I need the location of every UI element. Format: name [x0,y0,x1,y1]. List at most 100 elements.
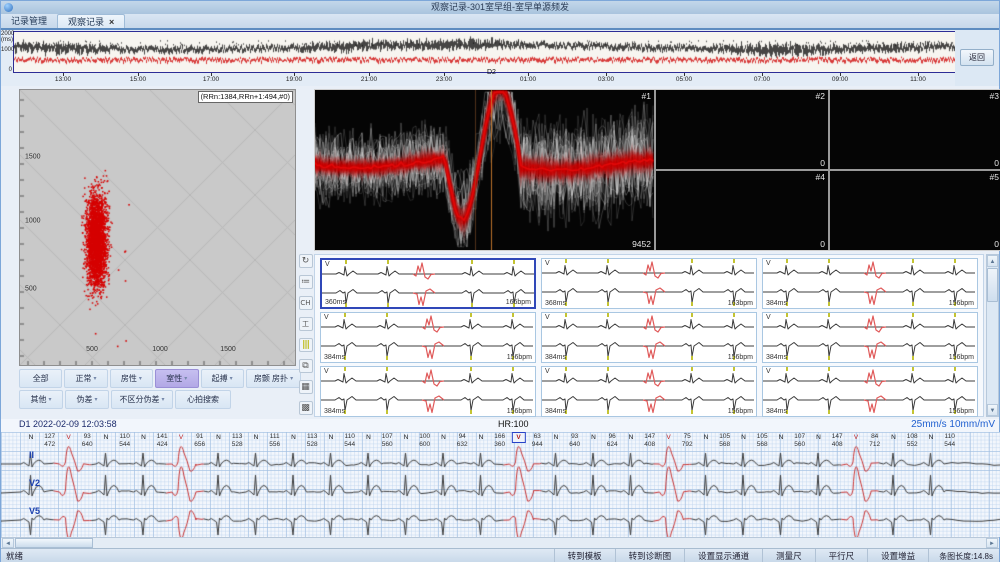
filter-button[interactable]: 其他▾ [19,390,63,409]
strip-channel-timestamp: D1 2022-02-09 12:03:58 [19,419,117,429]
overview-y-tick-label: 1000 [1,47,12,53]
beat-mark[interactable]: V [666,434,670,441]
beat-mark[interactable]: N [141,434,146,441]
filter-button-label: 不区分伪差 [119,394,159,405]
beat-cell[interactable]: V360ms166bpm [320,258,536,309]
filter-button[interactable]: 心拍搜索 [175,390,231,409]
beat-mark[interactable]: N [591,434,596,441]
filter-button[interactable]: 起搏▾ [201,369,244,388]
filter-button[interactable]: 房颤 房扑▾ [246,369,301,388]
filter-button-label: 房颤 房扑 [254,373,288,384]
beat-mark[interactable]: N [404,434,409,441]
beat-lead-label: V [545,368,550,375]
beat-mark[interactable]: V [66,434,70,441]
tab-close-icon[interactable]: × [109,15,114,29]
template-panel[interactable]: #30 [830,90,1000,169]
scatter-canvas[interactable] [20,90,295,365]
scroll-left-icon[interactable]: ◄ [2,538,14,548]
beat-mark[interactable]: V [854,434,858,441]
template-count-label: 9452 [632,239,651,249]
tab-record-management[interactable]: 记录管理 [1,14,57,28]
template-panel[interactable]: #20 [656,90,828,169]
filter-button[interactable]: 正常▾ [64,369,107,388]
beat-mark[interactable]: N [254,434,259,441]
back-button[interactable]: 返回 [960,49,994,66]
refresh-icon[interactable]: ↻ [299,254,313,268]
beat-mark[interactable]: V [179,434,183,441]
scrollbar-thumb[interactable] [987,268,998,302]
beat-hr-value: 63 [534,433,541,440]
beat-cell[interactable]: V384ms156bpm [541,312,757,363]
beat-mark[interactable]: N [704,434,709,441]
statusbar-button[interactable]: 转到诊断图 [615,549,685,562]
beat-cell[interactable]: V384ms156bpm [762,366,978,417]
overview-time-tick-label: 01:00 [520,76,536,83]
beat-hr-value: 110 [120,433,130,440]
filter-button[interactable]: 室性▾ [155,369,198,388]
beat-cell[interactable]: V384ms156bpm [541,366,757,417]
beat-mark[interactable]: N [929,434,934,441]
tab-observation-record[interactable]: 观察记录× [57,14,125,28]
overview-time-tick-label: 13:00 [55,76,71,83]
beat-mark[interactable]: N [216,434,221,441]
beat-cell[interactable]: V384ms156bpm [762,312,978,363]
template-count-label: 0 [994,158,999,168]
beat-cell[interactable]: V368ms163bpm [541,258,757,309]
scroll-down-icon[interactable]: ▼ [987,404,998,416]
filter-button[interactable]: 全部 [19,369,62,388]
beat-mark[interactable]: N [104,434,109,441]
beat-mark[interactable]: N [366,434,371,441]
chevron-down-icon: ▾ [94,396,97,403]
beat-grid-scrollbar[interactable]: ▲ ▼ [986,254,999,417]
poincare-scatter-plot[interactable]: (RRn:1384,RRn+1:494,#0) 1500100050050010… [19,89,296,366]
beat-mark[interactable]: N [629,434,634,441]
holter-analysis-window: 观察记录-301室早组-室早单源频发 记录管理观察记录× 2000(ms)100… [0,0,1000,562]
filter-button[interactable]: 不区分伪差▾ [111,390,173,409]
beat-mark[interactable]: N [479,434,484,441]
beat-mark[interactable]: N [291,434,296,441]
statusbar-button[interactable]: 测量尺 [762,549,815,562]
grid-partial-icon[interactable]: ▩ [299,401,313,415]
beat-mark[interactable]: N [741,434,746,441]
statusbar-button[interactable]: 设置增益 [867,549,928,562]
filter-button[interactable]: 房性▾ [110,369,153,388]
beat-mark[interactable]: N [554,434,559,441]
template-panel[interactable]: #50 [830,171,1000,250]
grid-icon[interactable]: ▦ [299,380,313,394]
template-panel[interactable]: #40 [656,171,828,250]
scatter-x-tick-label: 500 [86,346,98,353]
statusbar-button[interactable]: 平行尺 [815,549,868,562]
numbered-list-icon[interactable]: ≔ [299,275,313,289]
chevron-down-icon: ▾ [94,375,97,382]
filter-button[interactable]: 伪差▾ [65,390,109,409]
ecg-strip-viewer[interactable]: D1 2022-02-09 12:03:58 HR:100 25mm/s 10m… [1,419,999,537]
beat-hr-value: 113 [307,433,317,440]
measure-icon[interactable]: 工 [299,317,313,331]
beat-mark[interactable]: N [779,434,784,441]
overview-day-marker: D2 [487,69,496,76]
statusbar-button[interactable]: 转到模板 [554,549,615,562]
export-icon[interactable]: ⧉ [299,359,313,373]
histogram-icon[interactable]: ||| [299,338,313,352]
rr-trend-canvas[interactable] [14,32,955,72]
ecg-waveform-area[interactable]: N127472V93640N110544N141424V91656N113528… [1,432,1000,537]
beat-mark[interactable]: N [441,434,446,441]
template-overlay-canvas[interactable] [315,90,654,250]
rr-trend-plot[interactable] [13,31,956,73]
scroll-up-icon[interactable]: ▲ [987,255,998,267]
channels-icon[interactable]: CH [299,296,313,310]
beat-mark[interactable]: N [29,434,34,441]
beat-mark[interactable]: N [329,434,334,441]
statusbar-button[interactable]: 设置显示通道 [684,549,762,562]
beat-mark[interactable]: N [816,434,821,441]
beat-cell[interactable]: V384ms156bpm [762,258,978,309]
beat-cell[interactable]: V384ms156bpm [320,366,536,417]
selected-beat-box[interactable]: V [511,432,525,443]
beat-cell[interactable]: V384ms156bpm [320,312,536,363]
scrollbar-thumb[interactable] [15,538,93,548]
template-panel[interactable]: #19452 [315,90,654,250]
beat-mark[interactable]: N [891,434,896,441]
overview-y-tick-label: (ms) [1,37,12,43]
scroll-right-icon[interactable]: ► [986,538,998,548]
strip-horizontal-scrollbar[interactable]: ◄ ► [1,537,999,548]
